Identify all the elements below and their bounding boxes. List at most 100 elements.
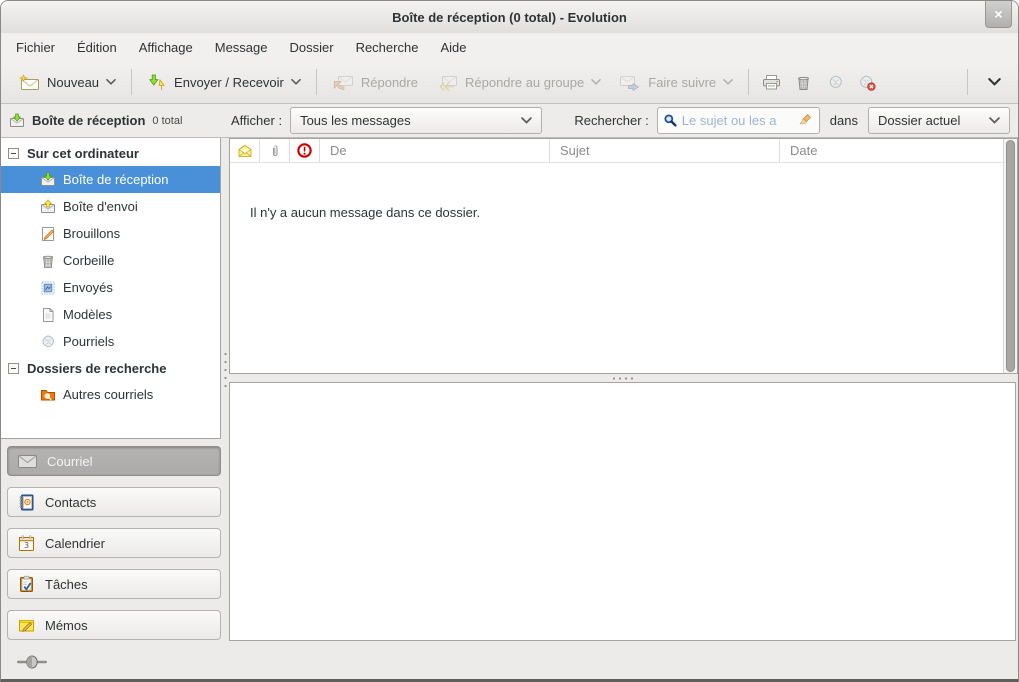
switcher-memos-button[interactable]: Mémos [7, 610, 221, 640]
sidebar-item-inbox[interactable]: Boîte de réception [1, 166, 220, 193]
column-priority[interactable] [290, 139, 320, 162]
close-button[interactable]: × [985, 1, 1012, 28]
sidebar-splitter[interactable] [224, 350, 227, 390]
sidebar-item-sent[interactable]: Envoyés [1, 274, 220, 301]
menu-fichier[interactable]: Fichier [5, 35, 66, 60]
menu-aide[interactable]: Aide [429, 35, 477, 60]
collapse-icon[interactable] [8, 148, 19, 159]
new-button[interactable]: Nouveau [9, 68, 125, 97]
preview-splitter[interactable] [229, 374, 1018, 382]
tree-group-label: Sur cet ordinateur [27, 146, 139, 161]
switcher-contacts-button[interactable]: Contacts [7, 487, 221, 517]
switcher-label: Calendrier [45, 536, 105, 551]
menu-edition[interactable]: Édition [66, 35, 128, 60]
column-date[interactable]: Date [780, 139, 1003, 162]
switcher-label: Contacts [45, 495, 96, 510]
not-junk-button[interactable] [851, 66, 883, 98]
templates-icon [40, 307, 56, 323]
column-from[interactable]: De [320, 139, 550, 162]
close-icon: × [994, 6, 1002, 22]
evolution-window: Boîte de réception (0 total) - Evolution… [0, 0, 1019, 682]
collapse-icon[interactable] [8, 363, 19, 374]
switcher-label: Tâches [45, 577, 88, 592]
forward-button[interactable]: Faire suivre [610, 68, 742, 97]
trash-icon [40, 253, 56, 269]
plug-icon [17, 655, 47, 669]
reply-all-icon [436, 74, 458, 91]
print-icon [762, 74, 781, 91]
junk-icon [40, 334, 56, 350]
tree-group-local[interactable]: Sur cet ordinateur [1, 140, 220, 166]
clear-brush-icon[interactable] [799, 113, 814, 128]
search-group: Rechercher : dans Dossie [572, 107, 1010, 134]
sidebar-item-label: Brouillons [63, 226, 120, 241]
reply-button-label: Répondre [361, 75, 418, 90]
toolbar: Nouveau Envoyer / Recevoir [1, 61, 1018, 104]
print-button[interactable] [755, 66, 787, 98]
menu-affichage[interactable]: Affichage [128, 35, 204, 60]
message-list-scrollbar[interactable] [1003, 139, 1017, 373]
switcher-tasks-button[interactable]: Tâches [7, 569, 221, 599]
tasks-icon [17, 575, 36, 594]
menubar: Fichier Édition Affichage Message Dossie… [1, 33, 1018, 61]
view-switcher: Courriel [1, 439, 229, 640]
folder-tree: Sur cet ordinateur Boîte de réception [1, 138, 221, 439]
delete-button[interactable] [787, 66, 819, 98]
main-area: Sur cet ordinateur Boîte de réception [1, 138, 1018, 641]
sidebar-item-label: Corbeille [63, 253, 114, 268]
svg-text:3: 3 [24, 541, 29, 550]
search-entry[interactable] [657, 107, 820, 134]
titlebar[interactable]: Boîte de réception (0 total) - Evolution… [1, 1, 1018, 33]
calendar-icon: 3 [17, 534, 36, 553]
toolbar-separator [748, 69, 749, 95]
trash-icon [795, 74, 812, 91]
online-status-button[interactable] [17, 655, 47, 669]
show-label: Afficher : [231, 113, 282, 128]
switcher-mail-button[interactable]: Courriel [7, 446, 221, 476]
reply-all-button-label: Répondre au groupe [465, 75, 584, 90]
menu-message[interactable]: Message [204, 35, 279, 60]
statusbar [1, 641, 1018, 682]
chevron-down-icon [106, 79, 116, 85]
inbox-icon [40, 172, 56, 188]
chevron-down-icon [521, 117, 532, 124]
search-input[interactable] [682, 113, 795, 128]
scrollbar-thumb[interactable] [1006, 140, 1015, 372]
junk-button[interactable] [819, 66, 851, 98]
new-mail-icon [18, 74, 40, 91]
switcher-calendar-button[interactable]: 3 Calendrier [7, 528, 221, 558]
send-receive-button[interactable]: Envoyer / Recevoir [138, 68, 310, 97]
column-attachment[interactable] [260, 139, 290, 162]
sidebar-item-drafts[interactable]: Brouillons [1, 220, 220, 247]
sidebar-item-label: Boîte de réception [63, 172, 169, 187]
sidebar-item-templates[interactable]: Modèles [1, 301, 220, 328]
chevron-down-icon [723, 79, 733, 85]
show-filter-dropdown[interactable]: Tous les messages [290, 107, 542, 134]
splitter-handle [611, 377, 637, 380]
toolbar-separator [131, 69, 132, 95]
sidebar-item-trash[interactable]: Corbeille [1, 247, 220, 274]
search-label: Rechercher : [574, 113, 648, 128]
search-folder-icon [40, 387, 56, 403]
toolbar-overflow-button[interactable] [978, 66, 1010, 98]
sidebar-item-junk[interactable]: Pourriels [1, 328, 220, 355]
reply-icon [332, 74, 354, 91]
reply-all-button[interactable]: Répondre au groupe [427, 68, 610, 97]
sidebar-item-other-mail[interactable]: Autres courriels [1, 381, 220, 408]
column-read-status[interactable] [230, 139, 260, 162]
column-subject[interactable]: Sujet [550, 139, 780, 162]
sidebar-item-outbox[interactable]: Boîte d'envoi [1, 193, 220, 220]
scope-dropdown[interactable]: Dossier actuel [868, 107, 1010, 134]
tree-group-search-folders[interactable]: Dossiers de recherche [1, 355, 220, 381]
junk-icon [827, 74, 844, 91]
menu-dossier[interactable]: Dossier [278, 35, 344, 60]
chevron-down-icon [989, 117, 1000, 124]
menu-recherche[interactable]: Recherche [345, 35, 430, 60]
chevron-down-icon [591, 79, 601, 85]
message-list: De Sujet Date Il n'y a aucun message dan… [229, 138, 1018, 374]
message-list-header: De Sujet Date [230, 139, 1003, 163]
sidebar-item-label: Envoyés [63, 280, 113, 295]
reply-button[interactable]: Répondre [323, 68, 427, 97]
preview-pane [229, 382, 1016, 641]
not-junk-icon [858, 74, 876, 91]
